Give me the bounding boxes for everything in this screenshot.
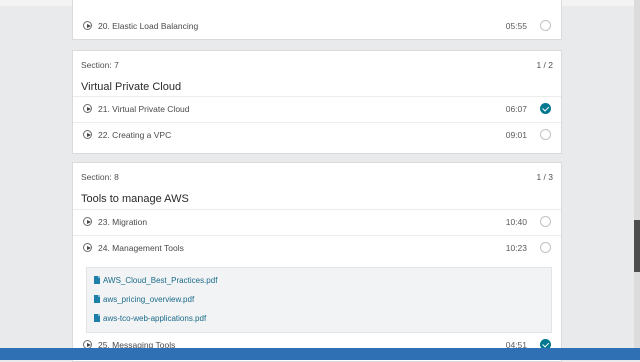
section-title: Virtual Private Cloud (81, 81, 182, 93)
play-icon[interactable] (83, 104, 92, 113)
lecture-row-24[interactable]: 24. Management Tools 10:23 (73, 235, 561, 261)
section-title: Tools to manage AWS (81, 193, 189, 205)
lecture-row-23[interactable]: 23. Migration 10:40 (73, 209, 561, 235)
resource-filename[interactable]: AWS_Cloud_Best_Practices.pdf (103, 276, 217, 285)
scrollbar-track[interactable] (634, 0, 640, 348)
completion-checkbox[interactable] (540, 129, 551, 140)
play-icon[interactable] (83, 21, 92, 30)
pdf-file-icon (94, 276, 100, 284)
resource-link[interactable]: AWS_Cloud_Best_Practices.pdf (94, 276, 217, 285)
lecture-duration: 06:07 (505, 104, 527, 114)
play-icon[interactable] (83, 130, 92, 139)
completion-check-icon[interactable] (540, 103, 551, 114)
lecture-row-20[interactable]: 20. Elastic Load Balancing 05:55 (73, 14, 561, 40)
scrollbar-thumb[interactable] (634, 220, 640, 272)
lecture-row-21[interactable]: 21. Virtual Private Cloud 06:07 (73, 96, 561, 122)
completion-checkbox[interactable] (540, 216, 551, 227)
lecture-title: 24. Management Tools (98, 243, 184, 253)
section-progress-count: 1 / 3 (536, 172, 553, 182)
section-card-6: 20. Elastic Load Balancing 05:55 (72, 0, 562, 40)
lecture-duration: 05:55 (505, 21, 527, 31)
resource-link[interactable]: aws_pricing_overview.pdf (94, 295, 194, 304)
section-card-8: Section: 8 1 / 3 Tools to manage AWS 23.… (72, 162, 562, 362)
lecture-title: 22. Creating a VPC (98, 130, 172, 140)
play-icon[interactable] (83, 243, 92, 252)
resources-panel: AWS_Cloud_Best_Practices.pdf aws_pricing… (86, 267, 552, 333)
os-taskbar (0, 348, 640, 360)
section-card-7: Section: 7 1 / 2 Virtual Private Cloud 2… (72, 50, 562, 154)
resource-filename[interactable]: aws_pricing_overview.pdf (103, 295, 194, 304)
resource-filename[interactable]: aws-tco-web-applications.pdf (103, 314, 206, 323)
lecture-row-22[interactable]: 22. Creating a VPC 09:01 (73, 122, 561, 148)
lecture-title: 20. Elastic Load Balancing (98, 21, 199, 31)
lecture-duration: 10:23 (505, 243, 527, 253)
resource-link[interactable]: aws-tco-web-applications.pdf (94, 314, 206, 323)
section-header: Section: 7 1 / 2 (73, 51, 561, 79)
pdf-file-icon (94, 295, 100, 303)
lecture-title: 23. Migration (98, 217, 148, 227)
section-header: Section: 8 1 / 3 (73, 163, 561, 191)
completion-checkbox[interactable] (540, 242, 551, 253)
play-icon[interactable] (83, 217, 92, 226)
lecture-duration: 09:01 (505, 130, 527, 140)
completion-checkbox[interactable] (540, 20, 551, 31)
pdf-file-icon (94, 314, 100, 322)
section-progress-count: 1 / 2 (536, 60, 553, 70)
lecture-duration: 10:40 (505, 217, 527, 227)
section-label: Section: 7 (81, 60, 119, 70)
section-label: Section: 8 (81, 172, 119, 182)
lecture-title: 21. Virtual Private Cloud (98, 104, 190, 114)
